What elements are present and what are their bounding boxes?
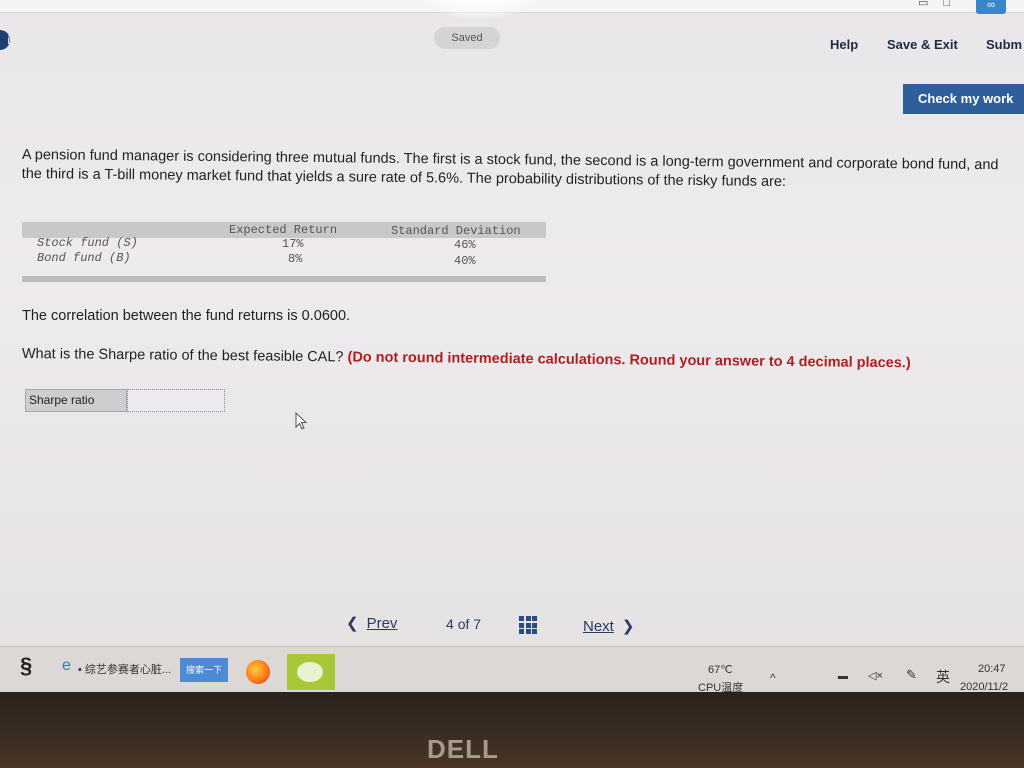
screen-glare — [420, 0, 540, 20]
laptop-bezel — [0, 692, 1024, 768]
submit-link[interactable]: Subm — [986, 37, 1022, 52]
next-button[interactable]: Next ❯ — [583, 617, 634, 635]
stock-std-dev: 46% — [454, 238, 476, 252]
row-label-bond: Bond fund (B) — [37, 251, 131, 265]
page-current: 4 — [446, 616, 454, 632]
wechat-bubble — [297, 662, 323, 682]
maximize-icon[interactable]: □ — [943, 0, 950, 9]
dell-logo: DELL — [427, 734, 499, 764]
stock-expected-return: 17% — [282, 237, 304, 251]
infinity-icon[interactable]: ∞ — [976, 0, 1006, 14]
search-button[interactable]: 搜索一下 — [180, 658, 228, 682]
save-exit-link[interactable]: Save & Exit — [887, 37, 958, 52]
firefox-icon[interactable] — [246, 660, 270, 684]
bond-expected-return: 8% — [288, 252, 303, 266]
window-controls[interactable]: ▭ □ — [918, 0, 950, 9]
row-label-stock: Stock fund (S) — [37, 236, 138, 250]
fund-table: Expected Return Standard Deviation Stock… — [22, 222, 546, 282]
battery-icon[interactable]: ▬ — [838, 671, 848, 682]
prev-button[interactable]: ❮ Prev — [346, 614, 397, 632]
pen-icon[interactable]: ✎ — [906, 667, 917, 683]
speaker-mute-icon[interactable]: ◁× — [868, 669, 883, 682]
check-my-work-button[interactable]: Check my work — [903, 84, 1024, 114]
info-icon[interactable]: i — [0, 30, 10, 50]
prev-label: Prev — [366, 615, 398, 632]
question-prompt: What is the Sharpe ratio of the best fea… — [22, 346, 911, 371]
correlation-text: The correlation between the fund returns… — [22, 308, 351, 324]
app-launcher-icon[interactable]: § — [20, 653, 32, 679]
page-total: 7 — [473, 616, 482, 632]
question-text: A pension fund manager is considering th… — [21, 146, 999, 191]
minimize-icon[interactable]: ▭ — [918, 0, 928, 9]
chevron-right-icon: ❯ — [621, 618, 635, 635]
browser-screen: ▭ □ ∞ i Saved Help Save & Exit Subm Chec… — [0, 0, 1024, 690]
sharpe-ratio-label: Sharpe ratio — [25, 389, 127, 412]
taskbar: § e • 综艺参赛者心脏... 67℃ CPU温度 ^ ▬ ◁× ✎ 英 20… — [0, 646, 1024, 694]
cpu-temp: 67℃ — [708, 664, 733, 676]
page-indicator: 4 of 7 — [446, 616, 481, 632]
clock-time: 20:47 — [978, 663, 1006, 675]
wechat-icon[interactable] — [287, 654, 335, 690]
chevron-left-icon: ❮ — [346, 615, 359, 632]
page-of: of — [457, 616, 470, 632]
header-std-dev: Standard Deviation — [391, 224, 521, 238]
ie-tab-title[interactable]: • 综艺参赛者心脏... — [78, 661, 171, 677]
ime-indicator[interactable]: 英 — [936, 667, 950, 687]
prompt-text: What is the Sharpe ratio of the best fea… — [21, 346, 344, 366]
mouse-cursor-icon — [295, 412, 308, 430]
question-grid-icon[interactable] — [519, 616, 537, 634]
saved-status: Saved — [434, 27, 500, 49]
next-label: Next — [583, 618, 614, 635]
tray-expand-icon[interactable]: ^ — [770, 671, 776, 685]
bond-std-dev: 40% — [454, 254, 476, 268]
sharpe-ratio-input[interactable] — [127, 389, 225, 412]
rounding-hint: (Do not round intermediate calculations.… — [347, 349, 911, 372]
help-link[interactable]: Help — [830, 37, 858, 52]
ie-browser-icon[interactable]: e — [62, 657, 71, 675]
header-expected-return: Expected Return — [229, 223, 338, 237]
table-bottom-bar — [22, 276, 546, 282]
